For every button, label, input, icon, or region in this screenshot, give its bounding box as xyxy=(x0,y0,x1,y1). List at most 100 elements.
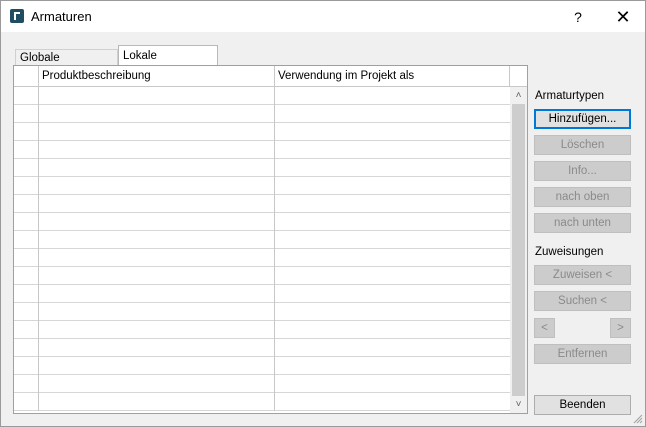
scroll-thumb[interactable] xyxy=(512,104,525,396)
tab-lokale-zuweisung[interactable]: Lokale Zuweisung xyxy=(118,45,218,82)
table-cell[interactable] xyxy=(275,177,510,195)
move-down-button[interactable]: nach unten xyxy=(534,213,631,233)
table-row[interactable] xyxy=(14,285,510,303)
column-header-produktbeschreibung[interactable]: Produktbeschreibung xyxy=(39,66,275,87)
table-cell[interactable] xyxy=(39,87,275,105)
row-header-cell[interactable] xyxy=(14,267,39,285)
table-row[interactable] xyxy=(14,159,510,177)
table-row[interactable] xyxy=(14,105,510,123)
row-header-cell[interactable] xyxy=(14,339,39,357)
vertical-scrollbar[interactable]: ˄ ˅ xyxy=(510,87,527,413)
table-cell[interactable] xyxy=(275,105,510,123)
armaturtypen-label: Armaturtypen xyxy=(535,90,605,102)
row-header-cell[interactable] xyxy=(14,285,39,303)
table-row[interactable] xyxy=(14,303,510,321)
move-up-button[interactable]: nach oben xyxy=(534,187,631,207)
resize-grip-icon[interactable] xyxy=(633,414,643,424)
assignment-table: Produktbeschreibung Verwendung im Projek… xyxy=(13,65,528,414)
row-header-cell[interactable] xyxy=(14,303,39,321)
table-cell[interactable] xyxy=(275,321,510,339)
table-cell[interactable] xyxy=(275,285,510,303)
table-row[interactable] xyxy=(14,213,510,231)
table-cell[interactable] xyxy=(275,249,510,267)
table-cell[interactable] xyxy=(275,231,510,249)
remove-button[interactable]: Entfernen xyxy=(534,344,631,364)
table-cell[interactable] xyxy=(275,303,510,321)
help-button[interactable]: ? xyxy=(566,6,590,28)
row-header-cell[interactable] xyxy=(14,375,39,393)
table-row[interactable] xyxy=(14,177,510,195)
row-header-corner xyxy=(14,66,39,87)
scroll-up-icon[interactable]: ˄ xyxy=(510,87,527,104)
table-cell[interactable] xyxy=(39,141,275,159)
delete-button[interactable]: Löschen xyxy=(534,135,631,155)
table-cell[interactable] xyxy=(275,375,510,393)
table-cell[interactable] xyxy=(39,249,275,267)
window-title: Armaturen xyxy=(31,9,92,24)
table-cell[interactable] xyxy=(275,357,510,375)
table-row[interactable] xyxy=(14,195,510,213)
table-cell[interactable] xyxy=(275,141,510,159)
table-cell[interactable] xyxy=(39,213,275,231)
table-cell[interactable] xyxy=(39,321,275,339)
table-cell[interactable] xyxy=(39,123,275,141)
table-cell[interactable] xyxy=(39,105,275,123)
table-row[interactable] xyxy=(14,357,510,375)
table-row[interactable] xyxy=(14,249,510,267)
table-row[interactable] xyxy=(14,231,510,249)
table-cell[interactable] xyxy=(275,159,510,177)
scroll-down-icon[interactable]: ˅ xyxy=(510,396,527,413)
row-header-cell[interactable] xyxy=(14,105,39,123)
table-cell[interactable] xyxy=(39,285,275,303)
tab-globale-vorauswahl[interactable]: Globale Vorauswahl xyxy=(15,49,118,80)
column-header-verwendung[interactable]: Verwendung im Projekt als xyxy=(275,66,510,87)
row-header-cell[interactable] xyxy=(14,195,39,213)
table-cell[interactable] xyxy=(275,195,510,213)
close-dialog-button[interactable]: Beenden xyxy=(534,395,631,415)
table-cell[interactable] xyxy=(275,123,510,141)
next-button[interactable]: > xyxy=(610,318,631,338)
row-header-cell[interactable] xyxy=(14,249,39,267)
table-cell[interactable] xyxy=(275,393,510,411)
row-header-cell[interactable] xyxy=(14,321,39,339)
row-header-cell[interactable] xyxy=(14,213,39,231)
assign-button[interactable]: Zuweisen < xyxy=(534,265,631,285)
table-cell[interactable] xyxy=(39,339,275,357)
table-row[interactable] xyxy=(14,393,510,411)
header-filler xyxy=(510,66,527,87)
table-cell[interactable] xyxy=(39,159,275,177)
table-cell[interactable] xyxy=(39,375,275,393)
add-button[interactable]: Hinzufügen... xyxy=(534,109,631,129)
table-cell[interactable] xyxy=(39,303,275,321)
table-row[interactable] xyxy=(14,87,510,105)
table-cell[interactable] xyxy=(39,393,275,411)
row-header-cell[interactable] xyxy=(14,231,39,249)
table-cell[interactable] xyxy=(275,213,510,231)
table-row[interactable] xyxy=(14,141,510,159)
row-header-cell[interactable] xyxy=(14,87,39,105)
row-header-cell[interactable] xyxy=(14,123,39,141)
row-header-cell[interactable] xyxy=(14,141,39,159)
table-row[interactable] xyxy=(14,123,510,141)
table-row[interactable] xyxy=(14,375,510,393)
previous-button[interactable]: < xyxy=(534,318,555,338)
info-button[interactable]: Info... xyxy=(534,161,631,181)
table-row[interactable] xyxy=(14,339,510,357)
row-header-cell[interactable] xyxy=(14,159,39,177)
table-cell[interactable] xyxy=(39,267,275,285)
search-button[interactable]: Suchen < xyxy=(534,291,631,311)
table-cell[interactable] xyxy=(275,339,510,357)
table-cell[interactable] xyxy=(275,267,510,285)
table-cell[interactable] xyxy=(275,87,510,105)
table-cell[interactable] xyxy=(39,195,275,213)
table-row[interactable] xyxy=(14,267,510,285)
table-cell[interactable] xyxy=(39,357,275,375)
row-header-cell[interactable] xyxy=(14,393,39,411)
table-cell[interactable] xyxy=(39,231,275,249)
row-header-cell[interactable] xyxy=(14,177,39,195)
table-cell[interactable] xyxy=(39,177,275,195)
zuweisungen-label: Zuweisungen xyxy=(535,246,604,258)
close-icon[interactable]: ✕ xyxy=(609,5,637,29)
row-header-cell[interactable] xyxy=(14,357,39,375)
table-row[interactable] xyxy=(14,321,510,339)
